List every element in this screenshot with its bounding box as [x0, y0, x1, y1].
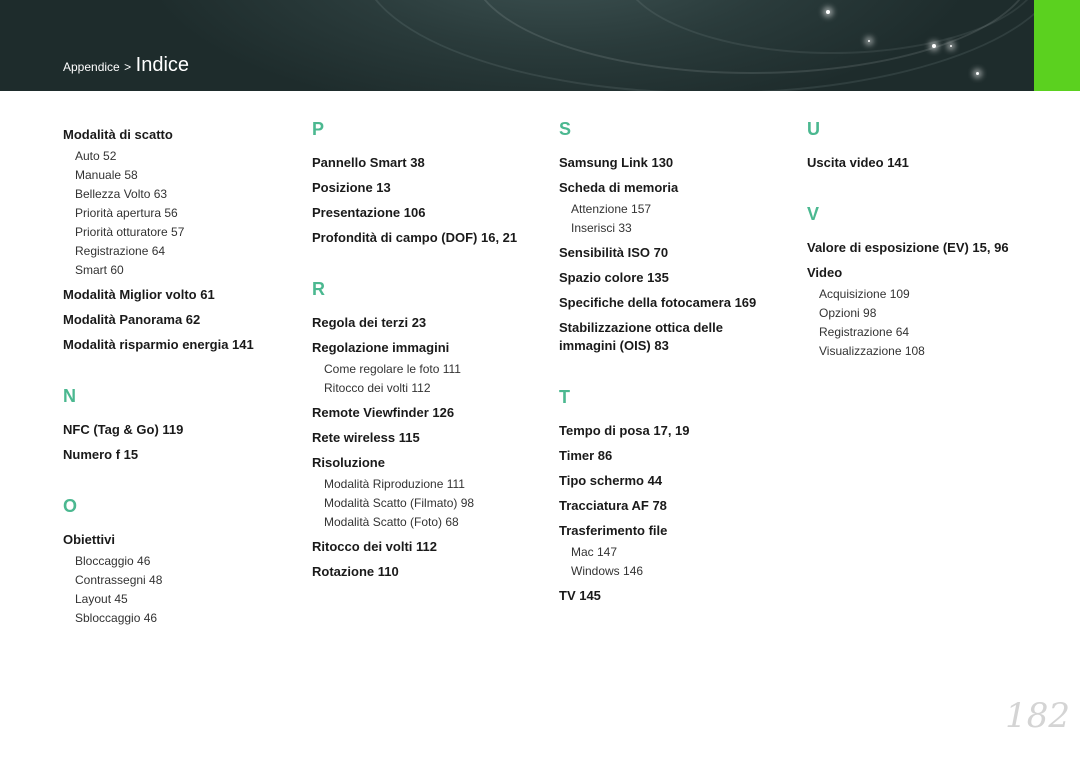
sub-entries: Modalità Riproduzione 111 Modalità Scatt…	[324, 475, 542, 532]
index-entry: Profondità di campo (DOF) 16, 21	[312, 230, 518, 245]
index-entry: Modalità Panorama 62	[63, 312, 201, 327]
index-entry: Tracciatura AF 78	[559, 498, 667, 513]
index-entry: Regolazione immagini	[312, 340, 450, 355]
section-tab	[1034, 0, 1080, 91]
index-subentry: Visualizzazione 108	[819, 344, 925, 358]
section-letter-v: V	[807, 204, 820, 224]
index-subentry: Auto 52	[75, 149, 117, 163]
index-subentry: Registrazione 64	[75, 244, 166, 258]
section-letter-s: S	[559, 119, 572, 139]
index-column-1: Modalità di scatto Auto 52 Manuale 58 Be…	[63, 126, 293, 634]
index-subentry: Modalità Scatto (Foto) 68	[324, 515, 459, 529]
sparkle-icon	[932, 44, 936, 48]
index-column-4: U Uscita video 141 V Valore di esposizio…	[807, 118, 1037, 367]
section-letter-n: N	[63, 386, 76, 406]
sub-entries: Mac 147 Windows 146	[571, 543, 789, 581]
index-entry-line: immagini (OIS) 83	[559, 338, 669, 353]
index-subentry: Modalità Riproduzione 111	[324, 477, 465, 491]
index-entry: NFC (Tag & Go) 119	[63, 422, 184, 437]
sparkle-icon	[950, 45, 952, 47]
section-letter-t: T	[559, 387, 570, 407]
index-subentry: Modalità Scatto (Filmato) 98	[324, 496, 475, 510]
index-subentry: Bloccaggio 46	[75, 554, 151, 568]
index-subentry: Priorità otturatore 57	[75, 225, 185, 239]
index-subentry: Ritocco dei volti 112	[324, 381, 431, 395]
index-subentry: Manuale 58	[75, 168, 138, 182]
index-entry: Posizione 13	[312, 180, 391, 195]
index-subentry: Contrassegni 48	[75, 573, 163, 587]
page-number: 182	[1005, 696, 1070, 736]
index-entry-line: Stabilizzazione ottica delle	[559, 320, 723, 335]
index-entry: Rete wireless 115	[312, 430, 420, 445]
index-entry: Timer 86	[559, 448, 613, 463]
index-subentry: Sbloccaggio 46	[75, 611, 158, 625]
index-entry: Samsung Link 130	[559, 155, 674, 170]
index-entry: Sensibilità ISO 70	[559, 245, 669, 260]
index-entry: TV 145	[559, 588, 601, 603]
index-entry: Risoluzione	[312, 455, 385, 470]
index-subentry: Registrazione 64	[819, 325, 910, 339]
index-column-3: S Samsung Link 130 Scheda di memoria Att…	[559, 118, 789, 612]
sub-entries: Auto 52 Manuale 58 Bellezza Volto 63 Pri…	[75, 147, 293, 280]
index-subentry: Inserisci 33	[571, 221, 632, 235]
index-subentry: Smart 60	[75, 263, 124, 277]
index-entry-multiline: Stabilizzazione ottica delle immagini (O…	[559, 319, 789, 355]
index-entry: Trasferimento file	[559, 523, 668, 538]
sparkle-icon	[826, 10, 830, 14]
index-entry: Modalità Miglior volto 61	[63, 287, 215, 302]
index-subentry: Layout 45	[75, 592, 128, 606]
breadcrumb: Appendice > Indice	[63, 54, 189, 77]
index-entry: Specifiche della fotocamera 169	[559, 295, 757, 310]
index-subentry: Mac 147	[571, 545, 618, 559]
sub-entries: Attenzione 157 Inserisci 33	[571, 200, 789, 238]
index-entry: Uscita video 141	[807, 155, 909, 170]
section-letter-p: P	[312, 119, 325, 139]
index-subentry: Priorità apertura 56	[75, 206, 178, 220]
index-entry: Numero f 15	[63, 447, 139, 462]
index-entry: Rotazione 110	[312, 564, 399, 579]
index-entry: Modalità risparmio energia 141	[63, 337, 254, 352]
index-subentry: Attenzione 157	[571, 202, 652, 216]
index-entry: Spazio colore 135	[559, 270, 669, 285]
index-subentry: Opzioni 98	[819, 306, 877, 320]
breadcrumb-parent[interactable]: Appendice	[63, 60, 120, 74]
index-entry: Scheda di memoria	[559, 180, 679, 195]
section-letter-u: U	[807, 119, 820, 139]
section-letter-r: R	[312, 279, 325, 299]
sub-entries: Acquisizione 109 Opzioni 98 Registrazion…	[819, 285, 1037, 361]
sub-entries: Bloccaggio 46 Contrassegni 48 Layout 45 …	[75, 552, 293, 628]
index-subentry: Bellezza Volto 63	[75, 187, 168, 201]
page-title: Indice	[135, 54, 190, 76]
index-entry: Tipo schermo 44	[559, 473, 663, 488]
index-subentry: Come regolare le foto 111	[324, 362, 461, 376]
index-entry: Obiettivi	[63, 532, 116, 547]
index-entry: Presentazione 106	[312, 205, 426, 220]
page-header: Appendice > Indice	[0, 0, 1080, 91]
index-subentry: Acquisizione 109	[819, 287, 910, 301]
index-entry: Pannello Smart 38	[312, 155, 425, 170]
index-entry: Tempo di posa 17, 19	[559, 423, 690, 438]
index-subentry: Windows 146	[571, 564, 644, 578]
index-column-2: P Pannello Smart 38 Posizione 13 Present…	[312, 118, 542, 588]
index-entry: Regola dei terzi 23	[312, 315, 427, 330]
section-letter-o: O	[63, 496, 78, 516]
breadcrumb-separator: >	[124, 60, 132, 74]
index-entry: Ritocco dei volti 112	[312, 539, 437, 554]
sparkle-icon	[976, 72, 979, 75]
index-entry: Remote Viewfinder 126	[312, 405, 455, 420]
sub-entries: Come regolare le foto 111 Ritocco dei vo…	[324, 360, 542, 398]
index-entry: Valore di esposizione (EV) 15, 96	[807, 240, 1009, 255]
index-entry: Modalità di scatto	[63, 127, 173, 142]
sparkle-icon	[868, 40, 870, 42]
index-entry: Video	[807, 265, 843, 280]
